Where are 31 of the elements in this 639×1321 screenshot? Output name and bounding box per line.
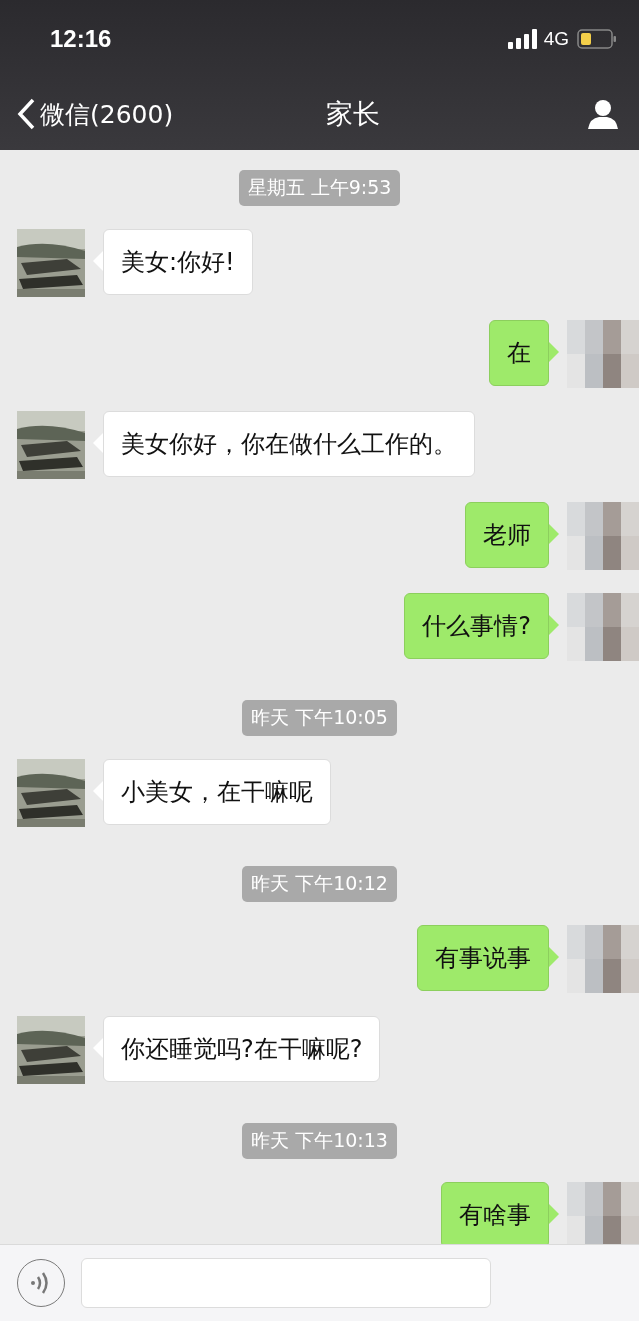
bubble-tail (549, 342, 560, 362)
back-button[interactable]: 微信(2600) (16, 97, 174, 131)
status-time: 12:16 (50, 25, 112, 53)
back-chevron-icon (16, 98, 36, 130)
timestamp: 星期五 上午9:53 (238, 170, 401, 206)
bubble-tail (549, 524, 560, 544)
timestamp: 昨天 下午10:05 (242, 700, 397, 736)
message-bubble: 什么事情? (404, 593, 549, 659)
chat-title: 家长 (326, 97, 380, 131)
message-bubble: 老师 (465, 502, 549, 568)
timestamp: 昨天 下午10:12 (242, 866, 397, 902)
bubble-tail (549, 1204, 560, 1224)
bubble-tail (92, 781, 103, 801)
message-bubble: 有啥事 (441, 1182, 549, 1244)
message-bubble: 美女你好，你在做什么工作的。 (103, 411, 475, 477)
bubble-tail (92, 433, 103, 453)
message-bubble: 你还睡觉吗?在干嘛呢? (103, 1016, 381, 1082)
message-bubble: 美女:你好! (103, 229, 253, 295)
message-input[interactable] (81, 1258, 491, 1308)
message-bubble: 在 (489, 320, 549, 386)
network-label: 4G (543, 28, 569, 50)
message-bubble: 有事说事 (417, 925, 549, 991)
bubble-tail (549, 615, 560, 635)
bubble-tail (92, 251, 103, 271)
battery-icon (577, 29, 617, 49)
timestamp: 昨天 下午10:13 (242, 1123, 397, 1159)
person-icon[interactable] (587, 98, 619, 130)
message-bubble: 小美女，在干嘛呢 (103, 759, 331, 825)
signal-icon (507, 29, 538, 49)
bubble-tail (92, 1038, 103, 1058)
bubble-tail (549, 947, 560, 967)
